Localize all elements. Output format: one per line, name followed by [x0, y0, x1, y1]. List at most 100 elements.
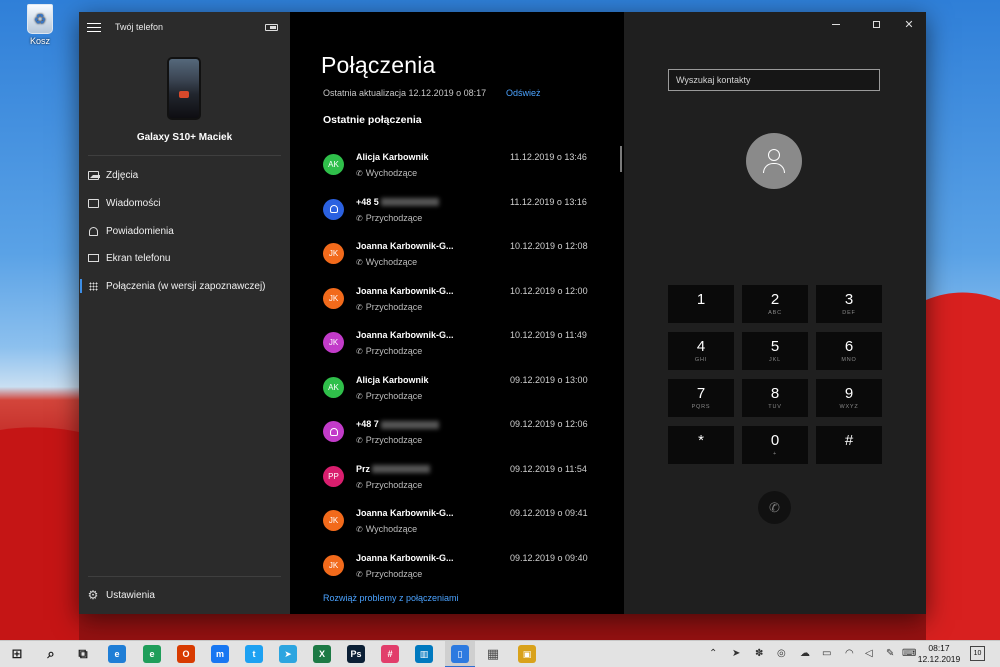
call-direction: ✆ Przychodzące	[356, 435, 422, 445]
clock[interactable]: 08:17 12.12.2019	[915, 643, 963, 665]
notification-center-button[interactable]: 10	[970, 646, 985, 661]
sidebar-item-label: Ekran telefonu	[106, 252, 171, 264]
call-list-item[interactable]: JK Joanna Karbownik-G... ✆ Przychodzące 10.1…	[290, 286, 624, 330]
slack-icon[interactable]: #	[381, 645, 399, 663]
store-icon[interactable]: ▣	[518, 645, 536, 663]
twitter-icon[interactable]: t	[245, 645, 263, 663]
call-list-item[interactable]: AK Alicja Karbownik ✆ Wychodzące 11.12.2019 …	[290, 152, 624, 196]
call-direction-icon: ✆	[356, 569, 363, 579]
messenger-tray-icon[interactable]: ◎	[777, 648, 786, 659]
telegram-tray-icon[interactable]: ➤	[732, 648, 740, 659]
calculator-icon[interactable]: ▦	[484, 645, 502, 663]
excel-icon[interactable]: X	[313, 645, 331, 663]
call-list-item[interactable]: PP Prz ✆ Przychodzące 09.12.2019 o 11:54	[290, 464, 624, 508]
windows-start-icon[interactable]: ⊞	[8, 645, 26, 663]
dialpad-key-digit: 7	[696, 384, 706, 402]
your-phone-icon[interactable]: ▯	[451, 645, 469, 663]
person-icon	[768, 149, 780, 161]
dialpad-key[interactable]: 8 TUV	[742, 379, 808, 417]
chevron-up-icon[interactable]: ⌃	[709, 648, 717, 659]
wifi-icon[interactable]: ◠	[845, 648, 854, 659]
dialpad-key-letters: WXYZ	[839, 403, 859, 410]
dialpad-key[interactable]: *	[668, 426, 734, 464]
sidebar-item-messages[interactable]: Wiadomości	[79, 191, 290, 215]
call-direction-icon: ✆	[356, 391, 363, 401]
dialpad-key[interactable]: 1	[668, 285, 734, 323]
maximize-icon	[872, 20, 880, 28]
dialpad-key-letters: GHI	[694, 356, 708, 363]
sidebar-item-photos[interactable]: Zdjęcia	[79, 163, 290, 187]
call-direction: ✆ Przychodzące	[356, 480, 422, 490]
search-contacts-input[interactable]	[668, 69, 880, 91]
refresh-link[interactable]: Odśwież	[506, 88, 541, 98]
dialpad-key[interactable]: 2 ABC	[742, 285, 808, 323]
dialpad-key-letters: TUV	[768, 403, 782, 410]
telegram-icon[interactable]: ➤	[279, 645, 297, 663]
call-list-item[interactable]: +48 7 ✆ Przychodzące 09.12.2019 o 12:06	[290, 419, 624, 463]
call-direction-label: Wychodzące	[365, 257, 418, 267]
call-button[interactable]: ✆	[758, 491, 791, 524]
call-list-item[interactable]: JK Joanna Karbownik-G... ✆ Przychodzące 09.1…	[290, 553, 624, 597]
recycle-bin-label: Kosz	[29, 36, 50, 46]
edge-icon[interactable]: e	[108, 645, 126, 663]
sidebar-item-phone-screen[interactable]: Ekran telefonu	[79, 246, 290, 270]
contact-avatar-small: AK	[323, 154, 344, 175]
call-direction-icon: ✆	[356, 302, 363, 312]
dialpad-key-digit: 6	[844, 337, 854, 355]
call-list-item[interactable]: JK Joanna Karbownik-G... ✆ Wychodzące 09.12.…	[290, 508, 624, 552]
pen-icon[interactable]: ✎	[886, 648, 894, 659]
caller-name: Alicja Karbownik	[356, 375, 429, 385]
dialpad-key[interactable]: 7 PQRS	[668, 379, 734, 417]
volume-icon[interactable]: ◁	[865, 648, 873, 659]
task-view-icon[interactable]: ⧉	[74, 645, 92, 663]
call-direction: ✆ Przychodzące	[356, 302, 422, 312]
dialpad-key[interactable]: 5 JKL	[742, 332, 808, 370]
caller-name-text: Joanna Karbownik-G...	[356, 285, 454, 296]
photos-icon	[87, 169, 100, 181]
maximize-button[interactable]	[866, 16, 886, 32]
scrollbar[interactable]	[620, 146, 622, 172]
close-button[interactable]: ✕	[899, 16, 919, 32]
contact-avatar-small: JK	[323, 332, 344, 353]
recycle-bin-icon[interactable]: Kosz	[18, 4, 62, 46]
call-timestamp: 11.12.2019 o 13:46	[510, 152, 587, 162]
dialpad-key[interactable]: 9 WXYZ	[816, 379, 882, 417]
recent-calls-heading: Ostatnie połączenia	[323, 114, 422, 126]
trello-icon[interactable]: ▥	[415, 645, 433, 663]
cloud-icon[interactable]: ☁	[800, 648, 810, 659]
messenger-icon[interactable]: m	[211, 645, 229, 663]
call-list-item[interactable]: JK Joanna Karbownik-G... ✆ Wychodzące 10.12.…	[290, 241, 624, 285]
hamburger-menu-icon[interactable]	[87, 20, 101, 34]
sidebar-item-notifications[interactable]: Powiadomienia	[79, 219, 290, 243]
dialpad-key[interactable]: 6 MNO	[816, 332, 882, 370]
dialpad-key[interactable]: #	[816, 426, 882, 464]
call-list-item[interactable]: JK Joanna Karbownik-G... ✆ Przychodzące 10.1…	[290, 330, 624, 374]
dialpad-key[interactable]: 4 GHI	[668, 332, 734, 370]
call-direction-icon: ✆	[356, 258, 363, 267]
photoshop-icon[interactable]: Ps	[347, 645, 365, 663]
sidebar-item-label: Ustawienia	[106, 589, 155, 601]
sidebar-item-settings[interactable]: ⚙ Ustawienia	[79, 583, 290, 607]
dialpad-key[interactable]: 3 DEF	[816, 285, 882, 323]
dialpad-key[interactable]: 0 +	[742, 426, 808, 464]
office-icon[interactable]: O	[177, 645, 195, 663]
contact-avatar-small: PP	[323, 465, 344, 487]
trash-icon	[27, 4, 53, 34]
call-list-item[interactable]: +48 5 ✆ Przychodzące 11.12.2019 o 13:16	[290, 197, 624, 241]
search-icon[interactable]: ⌕	[42, 645, 60, 663]
call-direction: ✆ Wychodzące	[356, 168, 417, 178]
contact-avatar-small: JK	[323, 554, 344, 576]
battery-tray-icon[interactable]: ▭	[822, 648, 831, 659]
app-tray-icon[interactable]: ✽	[755, 648, 763, 659]
dialpad-key-digit: 2	[770, 290, 780, 308]
call-direction-label: Przychodzące	[365, 479, 423, 490]
sidebar-item-label: Powiadomienia	[106, 225, 174, 237]
sidebar-item-calls[interactable]: Połączenia (w wersji zapoznawczej)	[79, 274, 290, 298]
edge-beta-icon[interactable]: e	[143, 645, 161, 663]
call-list-item[interactable]: AK Alicja Karbownik ✆ Przychodzące 09.12.201…	[290, 375, 624, 419]
dialpad-key-digit: 9	[844, 384, 854, 402]
call-direction: ✆ Przychodzące	[356, 569, 422, 579]
troubleshoot-calls-link[interactable]: Rozwiąż problemy z połączeniami	[323, 593, 459, 603]
minimize-button[interactable]	[826, 16, 846, 32]
dialpad-key-digit: 0	[770, 431, 780, 449]
